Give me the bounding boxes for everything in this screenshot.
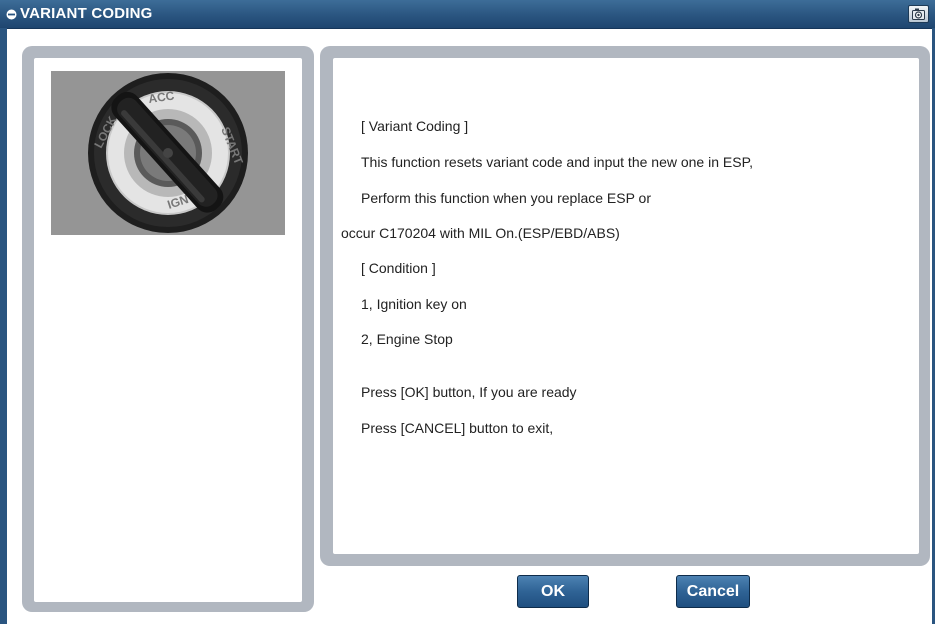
info-line-press-ok: Press [OK] button, If you are ready [361,384,577,400]
ok-button[interactable]: OK [517,575,589,608]
info-line-dtc: occur C170204 with MIL On.(ESP/EBD/ABS) [341,225,620,241]
info-condition-2: 2, Engine Stop [361,331,453,347]
info-condition-1: 1, Ignition key on [361,296,467,312]
image-panel: LOCK ACC START IGN [22,46,314,612]
window-frame-left [0,28,7,624]
camera-icon [912,8,925,20]
capture-button[interactable] [908,5,929,23]
info-line-press-cancel: Press [CANCEL] button to exit, [361,420,554,436]
shield-icon [6,9,17,20]
info-heading-variant-coding: [ Variant Coding ] [361,118,469,134]
title-bar: VARIANT CODING [0,0,935,29]
image-panel-content: LOCK ACC START IGN [34,58,302,602]
info-heading-condition: [ Condition ] [361,260,436,276]
window-title: VARIANT CODING [20,5,153,22]
info-line-perform: Perform this function when you replace E… [361,190,652,206]
variant-coding-dialog: VARIANT CODING LOCK ACC START IGN [Vari… [0,0,935,624]
info-panel-content: [ Variant Coding ] This function resets … [333,58,919,554]
info-panel: [ Variant Coding ] This function resets … [320,46,930,566]
cancel-button[interactable]: Cancel [676,575,750,608]
info-line-description: This function resets variant code and in… [361,154,753,170]
ignition-key-image: LOCK ACC START IGN [51,71,285,235]
